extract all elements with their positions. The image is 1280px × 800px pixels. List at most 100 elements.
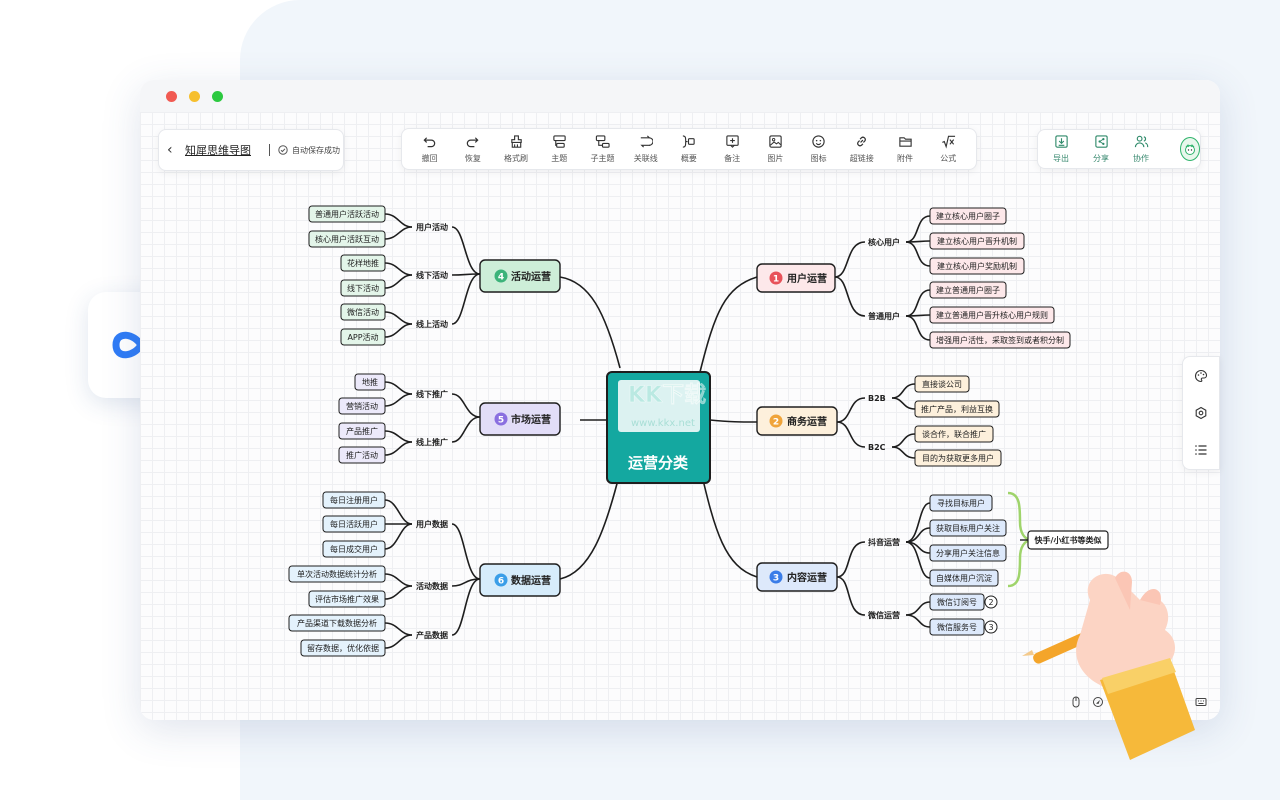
subtopic-label[interactable]: 线上推广 bbox=[416, 437, 448, 447]
leaf-node[interactable]: 花样地推 bbox=[340, 254, 386, 272]
leaf-label: 留存数据，优化依据 bbox=[307, 643, 379, 653]
divider bbox=[269, 144, 270, 156]
leaf-node[interactable]: 每日活跃用户 bbox=[322, 515, 386, 533]
close-window-button[interactable] bbox=[166, 90, 177, 102]
subtopic-label[interactable]: 活动数据 bbox=[416, 581, 448, 591]
leaf-node[interactable]: 建立普通用户晋升核心用户规则 bbox=[929, 306, 1055, 324]
leaf-node[interactable]: 微信订阅号 bbox=[929, 593, 985, 611]
leaf-node[interactable]: 直接谈公司 bbox=[914, 375, 970, 393]
leaf-label: 评估市场推广效果 bbox=[315, 594, 379, 604]
leaf-node[interactable]: APP活动 bbox=[340, 328, 386, 346]
subtopic-button[interactable]: 子主题 bbox=[587, 134, 617, 164]
leaf-node[interactable]: 微信活动 bbox=[340, 303, 386, 321]
leaf-node[interactable]: 营销活动 bbox=[338, 397, 386, 415]
branch-node-user-ops[interactable]: 1 用户运营 bbox=[756, 263, 836, 293]
back-arrow-icon[interactable]: ‹ bbox=[167, 142, 181, 158]
formula-button[interactable]: 公式 bbox=[933, 134, 963, 164]
branch-node-data-ops[interactable]: 6 数据运营 bbox=[479, 563, 561, 597]
palette-icon[interactable] bbox=[1194, 369, 1208, 383]
leaf-node[interactable]: 单次活动数据统计分析 bbox=[288, 565, 386, 583]
subtopic-label[interactable]: 线下推广 bbox=[416, 389, 448, 399]
note-button[interactable]: 备注 bbox=[717, 134, 747, 164]
outline-list-icon[interactable] bbox=[1194, 443, 1208, 457]
relation-line-button[interactable]: 关联线 bbox=[631, 134, 661, 164]
subtopic-label[interactable]: B2C bbox=[868, 443, 886, 452]
branch-node-activity-ops[interactable]: 4 活动运营 bbox=[479, 259, 561, 293]
leaf-node[interactable]: 建立普通用户圈子 bbox=[929, 281, 1007, 299]
leaf-node[interactable]: 建立核心用户晋升机制 bbox=[929, 232, 1025, 250]
collaborate-button[interactable]: 协作 bbox=[1126, 134, 1156, 164]
leaf-label: 增强用户活性，采取签到或者积分制 bbox=[936, 335, 1064, 345]
leaf-node[interactable]: 寻找目标用户 bbox=[929, 494, 993, 512]
subtopic-label[interactable]: 线上活动 bbox=[416, 319, 448, 329]
subtopic-label[interactable]: 微信运营 bbox=[867, 610, 900, 620]
subtopic-label[interactable]: 抖音运营 bbox=[868, 537, 900, 547]
leaf-node[interactable]: 微信服务号 bbox=[929, 618, 985, 636]
redo-button[interactable]: 恢复 bbox=[458, 134, 488, 164]
leaf-node[interactable]: 每日成交用户 bbox=[322, 540, 386, 558]
branch-node-business-ops[interactable]: 2 商务运营 bbox=[756, 406, 838, 436]
leaf-badge[interactable]: 3 bbox=[984, 620, 998, 634]
summary-button[interactable]: 概要 bbox=[674, 134, 704, 164]
emoji-label: 图标 bbox=[810, 154, 827, 163]
central-topic-label: 运营分类 bbox=[628, 454, 689, 472]
emoji-icon bbox=[812, 135, 825, 148]
leaf-badge[interactable]: 2 bbox=[984, 595, 998, 609]
leaf-node[interactable]: 每日注册用户 bbox=[322, 491, 386, 509]
leaf-label: 微信活动 bbox=[347, 307, 379, 317]
share-button[interactable]: 分享 bbox=[1086, 134, 1116, 164]
leaf-node[interactable]: 建立核心用户圈子 bbox=[929, 207, 1007, 225]
leaf-node[interactable]: 谈合作，联合推广 bbox=[914, 425, 994, 443]
leaf-node[interactable]: 建立核心用户奖励机制 bbox=[929, 257, 1025, 275]
subtopic-label[interactable]: 核心用户 bbox=[868, 237, 900, 247]
minimize-window-button[interactable] bbox=[189, 90, 200, 102]
leaf-node[interactable]: 核心用户活跃互动 bbox=[308, 230, 386, 248]
main-toolbar: 撤回 恢复 格式刷 主题 子主题 关联线 概要 备注 图片 图标 超链接 附件 … bbox=[401, 128, 977, 170]
subtopic-label[interactable]: 用户活动 bbox=[415, 222, 448, 232]
branch-number: 5 bbox=[498, 416, 504, 426]
attachment-label: 附件 bbox=[897, 154, 914, 163]
leaf-node[interactable]: 增强用户活性，采取签到或者积分制 bbox=[929, 331, 1071, 349]
undo-button[interactable]: 撤回 bbox=[415, 134, 445, 164]
subtopic-label[interactable]: 产品数据 bbox=[416, 630, 448, 640]
subtopic-label[interactable]: 用户数据 bbox=[415, 519, 448, 529]
leaf-node[interactable]: 自媒体用户沉淀 bbox=[929, 569, 999, 587]
user-avatar[interactable] bbox=[1180, 137, 1200, 161]
summary-node[interactable]: 快手/小红书等类似 bbox=[1027, 530, 1109, 550]
action-panel: 导出 分享 协作 bbox=[1037, 129, 1201, 169]
subtopic-label[interactable]: 普通用户 bbox=[868, 311, 900, 321]
attachment-button[interactable]: 附件 bbox=[890, 134, 920, 164]
subtopic-label[interactable]: B2B bbox=[868, 394, 886, 403]
subtopic-label[interactable]: 线下活动 bbox=[416, 270, 448, 280]
branch-label: 用户运营 bbox=[786, 272, 827, 285]
leaf-node[interactable]: 线下活动 bbox=[340, 279, 386, 297]
maximize-window-button[interactable] bbox=[212, 90, 223, 102]
image-button[interactable]: 图片 bbox=[760, 134, 790, 164]
structure-settings-icon[interactable] bbox=[1194, 406, 1208, 420]
leaf-node[interactable]: 获取目标用户关注 bbox=[929, 519, 1007, 537]
leaf-node[interactable]: 目的为获取更多用户 bbox=[914, 449, 1002, 467]
leaf-label: 分享用户关注信息 bbox=[936, 548, 1000, 558]
branch-label: 商务运营 bbox=[787, 415, 827, 428]
branch-node-market-ops[interactable]: 5 市场运营 bbox=[479, 402, 561, 436]
export-button[interactable]: 导出 bbox=[1046, 134, 1076, 164]
leaf-node[interactable]: 普通用户活跃活动 bbox=[308, 205, 386, 223]
leaf-node[interactable]: 评估市场推广效果 bbox=[308, 590, 386, 608]
collaborate-label: 协作 bbox=[1133, 154, 1149, 163]
topic-button[interactable]: 主题 bbox=[544, 134, 574, 164]
leaf-node[interactable]: 推广产品，利益互换 bbox=[914, 400, 1000, 418]
leaf-node[interactable]: 产品推广 bbox=[338, 422, 386, 440]
hyperlink-button[interactable]: 超链接 bbox=[847, 134, 877, 164]
branch-node-content-ops[interactable]: 3 内容运营 bbox=[756, 562, 838, 592]
save-status: 自动保存成功 bbox=[292, 145, 340, 155]
leaf-node[interactable]: 产品渠道下载数据分析 bbox=[288, 614, 386, 632]
branch-number: 1 bbox=[773, 275, 779, 285]
leaf-node[interactable]: 留存数据，优化依据 bbox=[300, 639, 386, 657]
emoji-button[interactable]: 图标 bbox=[804, 134, 834, 164]
leaf-node[interactable]: 分享用户关注信息 bbox=[929, 544, 1007, 562]
format-brush-button[interactable]: 格式刷 bbox=[501, 134, 531, 164]
file-name-link[interactable]: 知犀思维导图 bbox=[185, 142, 251, 158]
leaf-node[interactable]: 推广活动 bbox=[338, 446, 386, 464]
leaf-label: 地推 bbox=[362, 377, 378, 387]
leaf-node[interactable]: 地推 bbox=[354, 373, 386, 391]
